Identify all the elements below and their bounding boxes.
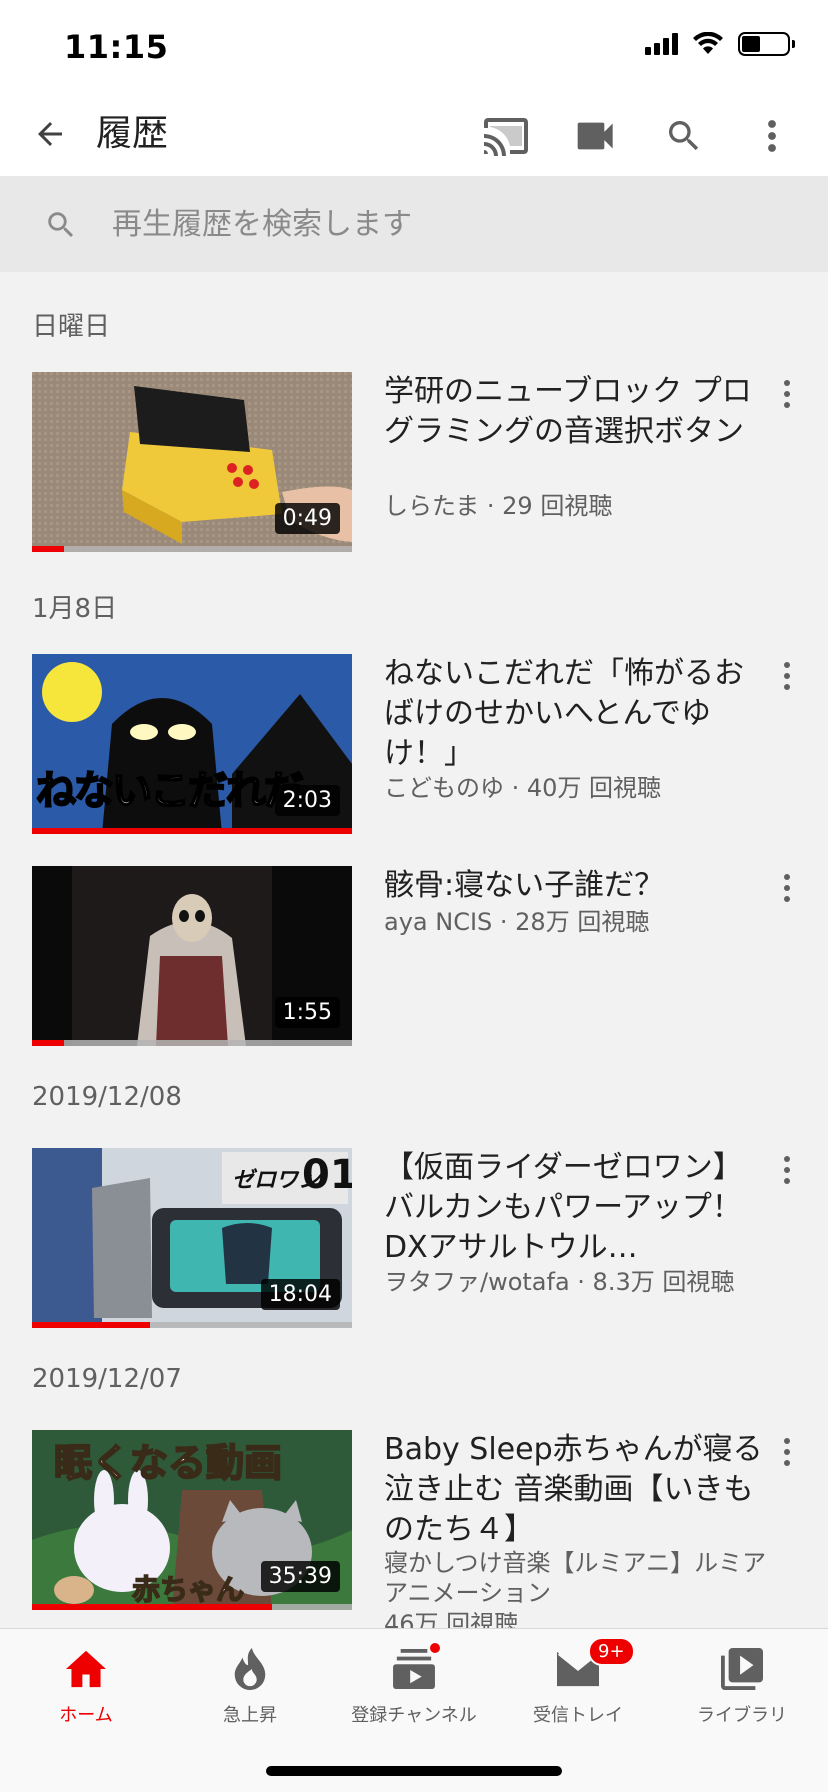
video-thumbnail[interactable]: ねないこだれだ 2:03 <box>32 654 352 834</box>
search-button[interactable] <box>656 108 712 164</box>
watch-progress <box>32 1040 64 1046</box>
more-vert-icon <box>768 120 776 152</box>
nav-home[interactable]: ホーム <box>6 1645 166 1733</box>
video-item[interactable]: ゼロワン 01 18:04 【仮面ライダーゼロワン】バルカンもパワーアップ！DX… <box>32 1148 808 1328</box>
section-header: 日曜日 <box>32 312 111 342</box>
video-menu-button[interactable] <box>772 656 802 696</box>
video-item[interactable]: 0:49 学研のニューブロック プログラミングの音選択ボタン しらたま · 29… <box>32 372 808 552</box>
nav-subscriptions[interactable]: 登録チャンネル <box>334 1641 494 1733</box>
watch-progress <box>32 546 64 552</box>
cast-icon <box>484 118 528 156</box>
upload-video-button[interactable] <box>568 108 624 164</box>
history-search-bar <box>0 176 828 272</box>
video-thumbnail[interactable]: 眠くなる動画 赤ちゃん 35:39 <box>32 1430 352 1610</box>
home-icon <box>62 1645 110 1693</box>
video-camera-icon <box>577 122 613 150</box>
video-duration: 35:39 <box>260 1561 340 1592</box>
video-duration: 0:49 <box>274 503 340 534</box>
cast-button[interactable] <box>478 108 534 164</box>
watch-progress <box>32 1604 272 1610</box>
subscriptions-icon <box>390 1641 442 1693</box>
video-duration: 2:03 <box>274 785 340 816</box>
status-icons <box>645 32 795 56</box>
nav-label: 急上昇 <box>223 1705 277 1726</box>
video-meta: aya NCIS · 28万 回視聴 <box>384 908 650 936</box>
video-title[interactable]: 【仮面ライダーゼロワン】バルカンもパワーアップ！DXアサルトウル… <box>384 1148 764 1268</box>
progress-track <box>32 546 352 552</box>
signal-icon <box>645 33 678 55</box>
video-menu-button[interactable] <box>772 1432 802 1472</box>
watch-progress <box>32 1322 151 1328</box>
video-item[interactable]: ねないこだれだ 2:03 ねないこだれだ「怖がるおばけのせかいへとんでゆけ！」 … <box>32 654 808 834</box>
nav-label: 受信トレイ <box>533 1705 623 1726</box>
video-menu-button[interactable] <box>772 868 802 908</box>
nav-label: ホーム <box>59 1705 113 1726</box>
video-title[interactable]: 学研のニューブロック プログラミングの音選択ボタン <box>384 372 764 452</box>
video-meta: 寝かしつけ音楽【ルミアニ】ルミアアニメーション <box>384 1549 767 1607</box>
notification-dot <box>428 1641 442 1655</box>
video-thumbnail[interactable]: ゼロワン 01 18:04 <box>32 1148 352 1328</box>
more-options-button[interactable] <box>744 108 800 164</box>
library-icon <box>718 1645 766 1693</box>
home-indicator <box>266 1766 562 1776</box>
video-menu-button[interactable] <box>772 374 802 414</box>
thumbnail-caption: ねないこだれだ <box>35 767 305 815</box>
nav-label: ライブラリ <box>697 1705 787 1726</box>
back-button[interactable] <box>26 110 74 158</box>
thumbnail-caption-2: 赤ちゃん <box>131 1572 245 1607</box>
video-item[interactable]: 眠くなる動画 赤ちゃん 35:39 Baby Sleep赤ちゃんが寝る泣き止む … <box>32 1430 808 1628</box>
video-menu-button[interactable] <box>772 1150 802 1190</box>
status-bar: 11:15 <box>0 0 828 96</box>
wifi-icon <box>693 32 723 54</box>
thumbnail-caption-number: 01 <box>302 1152 352 1198</box>
nav-label: 登録チャンネル <box>351 1705 477 1726</box>
video-duration: 18:04 <box>260 1279 340 1310</box>
nav-trending[interactable]: 急上昇 <box>170 1645 330 1733</box>
nav-inbox[interactable]: 9+ 受信トレイ <box>498 1637 658 1733</box>
video-view-count: 46万 回視聴 <box>384 1610 519 1628</box>
status-time: 11:15 <box>64 28 169 66</box>
history-list: 日曜日 0:49 学研のニューブロック プログラミングの音選択ボタン しらたま … <box>0 272 828 1628</box>
thumbnail-caption: 眠くなる動画 <box>53 1440 283 1486</box>
video-title[interactable]: ねないこだれだ「怖がるおばけのせかいへとんでゆけ！」 <box>384 654 764 774</box>
app-bar: 履歴 <box>0 96 828 176</box>
search-icon <box>669 121 699 151</box>
page-title: 履歴 <box>96 113 169 154</box>
nav-library[interactable]: ライブラリ <box>662 1645 822 1733</box>
history-search-input[interactable] <box>112 200 792 248</box>
watch-progress <box>32 828 352 834</box>
battery-icon <box>738 32 795 56</box>
arrow-back-icon <box>38 122 62 146</box>
inbox-badge: 9+ <box>588 1637 635 1666</box>
section-header: 2019/12/08 <box>32 1082 182 1112</box>
video-duration: 1:55 <box>274 997 340 1028</box>
video-item[interactable]: 1:55 骸骨:寝ない子誰だ？ aya NCIS · 28万 回視聴 <box>32 866 808 1046</box>
video-thumbnail[interactable]: 1:55 <box>32 866 352 1046</box>
video-title[interactable]: 骸骨:寝ない子誰だ？ <box>384 866 764 906</box>
inbox-icon: 9+ <box>554 1637 635 1693</box>
section-header: 1月8日 <box>32 594 118 624</box>
progress-track <box>32 1040 352 1046</box>
flame-icon <box>226 1645 274 1693</box>
video-meta: ヲタファ/wotafa · 8.3万 回視聴 <box>384 1268 735 1296</box>
video-meta: しらたま · 29 回視聴 <box>384 492 613 520</box>
video-title[interactable]: Baby Sleep赤ちゃんが寝る泣き止む 音楽動画【いきものたち４】 <box>384 1430 764 1550</box>
search-icon <box>48 212 74 238</box>
section-header: 2019/12/07 <box>32 1364 182 1394</box>
video-meta: こどものゆ · 40万 回視聴 <box>384 774 662 802</box>
video-thumbnail[interactable]: 0:49 <box>32 372 352 552</box>
